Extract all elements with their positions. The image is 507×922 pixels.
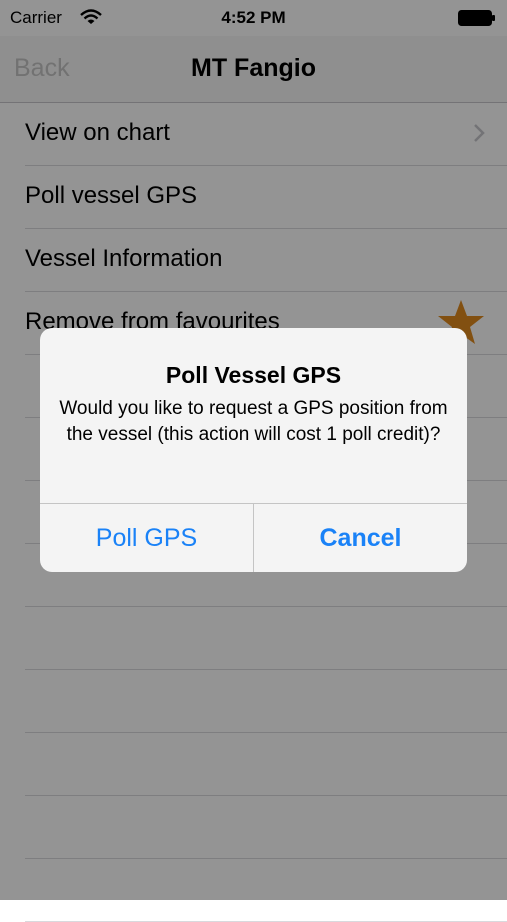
- poll-gps-button[interactable]: Poll GPS: [40, 504, 253, 572]
- alert-message: Would you like to request a GPS position…: [59, 398, 448, 445]
- alert-title: Poll Vessel GPS: [165, 362, 342, 388]
- cancel-button[interactable]: Cancel: [254, 504, 467, 572]
- alert-dialog: Poll Vessel GPS Would you like to reques…: [40, 328, 467, 572]
